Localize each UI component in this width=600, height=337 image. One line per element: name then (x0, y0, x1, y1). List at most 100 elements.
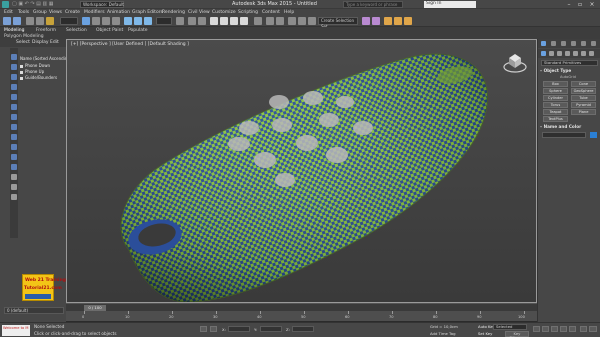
torus-button[interactable]: Torus (543, 102, 568, 108)
select-by-name-icon[interactable] (92, 17, 100, 25)
orbit-icon[interactable] (589, 326, 597, 332)
play-icon[interactable] (551, 326, 558, 332)
filter-containers-icon[interactable] (11, 144, 17, 150)
spinner-snap-icon[interactable] (240, 17, 248, 25)
zoom-extents-icon[interactable] (580, 326, 587, 332)
set-key-button[interactable]: Set Key (478, 331, 492, 336)
graphite-toggle-icon[interactable] (298, 17, 306, 25)
select-object-icon[interactable] (82, 17, 90, 25)
select-manipulate-icon[interactable] (188, 17, 196, 25)
rectangular-selection-icon[interactable] (102, 17, 110, 25)
move-icon[interactable] (124, 17, 132, 25)
viewcube-icon[interactable] (503, 50, 527, 74)
filter-bones-icon[interactable] (11, 134, 17, 140)
bind-space-warp-icon[interactable] (46, 17, 54, 25)
maxscript-listener[interactable]: Welcome to M (2, 325, 30, 336)
autogrid-checkbox[interactable]: AutoGrid (560, 75, 576, 79)
track-bar[interactable]: 0 10 20 30 40 50 60 70 80 90 100 (66, 311, 537, 321)
object-name-field[interactable] (542, 132, 586, 138)
display-none-icon[interactable] (11, 184, 17, 190)
layer-dropdown[interactable]: 0 (default) (4, 307, 64, 314)
key-selection-dropdown[interactable]: Selected (493, 324, 527, 330)
filter-lights-icon[interactable] (11, 74, 17, 80)
unlink-icon[interactable] (36, 17, 44, 25)
selection-set-dropdown[interactable]: Create Selection Set (318, 17, 358, 29)
utilities-tab-icon[interactable] (591, 41, 596, 46)
tree-item-guide-bounders[interactable]: Guide/Bounders (20, 75, 57, 80)
render-production-icon[interactable] (404, 17, 412, 25)
maximize-icon[interactable]: ▫ (576, 1, 584, 8)
filter-hidden-icon[interactable] (11, 164, 17, 170)
filter-groups-icon[interactable] (11, 114, 17, 120)
create-tab-icon[interactable] (541, 41, 546, 46)
sphere-button[interactable]: Sphere (543, 88, 568, 94)
filter-cameras-icon[interactable] (11, 84, 17, 90)
filter-xrefs-icon[interactable] (11, 124, 17, 130)
motion-tab-icon[interactable] (571, 41, 576, 46)
tab-selection[interactable]: Selection (66, 28, 87, 33)
undo-icon[interactable] (3, 17, 11, 25)
geometry-icon[interactable] (541, 51, 546, 56)
tree-item-phone-up[interactable]: Phone Up (20, 69, 44, 74)
object-type-rollout[interactable]: – Object Type (540, 68, 599, 73)
align-icon[interactable] (276, 17, 284, 25)
box-button[interactable]: Box (543, 81, 568, 87)
display-all-icon[interactable] (11, 174, 17, 180)
name-color-rollout[interactable]: – Name and Color (540, 124, 599, 129)
cylinder-button[interactable]: Cylinder (543, 95, 568, 101)
search-input[interactable]: Type a keyword or phrase (343, 1, 403, 8)
filter-helpers-icon[interactable] (11, 94, 17, 100)
material-editor-icon[interactable] (372, 17, 380, 25)
schematic-view-icon[interactable] (362, 17, 370, 25)
rendered-frame-icon[interactable] (394, 17, 402, 25)
pyramid-button[interactable]: Pyramid (571, 102, 596, 108)
go-to-start-icon[interactable] (533, 326, 540, 332)
primitive-type-dropdown[interactable]: Standard Primitives (541, 60, 598, 66)
textplus-button[interactable]: TextPlus (543, 116, 568, 122)
next-frame-icon[interactable] (560, 326, 567, 332)
lights-icon[interactable] (557, 51, 562, 56)
window-crossing-icon[interactable] (112, 17, 120, 25)
mirror-icon[interactable] (266, 17, 274, 25)
previous-frame-icon[interactable] (542, 326, 549, 332)
edit-named-selection-icon[interactable] (254, 17, 262, 25)
filter-shapes-icon[interactable] (11, 64, 17, 70)
object-color-swatch[interactable] (590, 132, 597, 138)
render-setup-icon[interactable] (384, 17, 392, 25)
scale-icon[interactable] (144, 17, 152, 25)
helpers-icon[interactable] (573, 51, 578, 56)
filter-frozen-icon[interactable] (11, 154, 17, 160)
sign-in-button[interactable]: Sign In (424, 1, 476, 8)
minimize-icon[interactable]: – (565, 1, 573, 8)
angle-snap-icon[interactable] (220, 17, 228, 25)
pivot-center-icon[interactable] (176, 17, 184, 25)
systems-icon[interactable] (589, 51, 594, 56)
cameras-icon[interactable] (565, 51, 570, 56)
app-icon[interactable] (2, 1, 9, 8)
geosphere-button[interactable]: GeoSphere (571, 88, 596, 94)
tab-freeform[interactable]: Freeform (36, 28, 56, 33)
display-invert-icon[interactable] (11, 194, 17, 200)
space-warps-icon[interactable] (581, 51, 586, 56)
snap-toggle-icon[interactable] (210, 17, 218, 25)
keyboard-shortcut-icon[interactable] (198, 17, 206, 25)
z-coordinate-field[interactable] (292, 326, 314, 332)
shapes-icon[interactable] (549, 51, 554, 56)
close-icon[interactable]: × (588, 1, 596, 8)
phone-mesh[interactable] (67, 40, 537, 303)
rotate-icon[interactable] (134, 17, 142, 25)
isolate-selection-icon[interactable] (200, 326, 207, 332)
filter-spacewarps-icon[interactable] (11, 104, 17, 110)
selection-filter-dropdown[interactable] (60, 17, 78, 25)
filter-geometry-icon[interactable] (11, 54, 17, 60)
tab-object-paint[interactable]: Object Paint (96, 28, 123, 33)
key-filters-button[interactable]: Key Filters... (505, 331, 529, 337)
tree-header[interactable]: Name (Sorted Ascending) (20, 56, 71, 61)
tab-modeling[interactable]: Modeling (4, 28, 24, 33)
y-coordinate-field[interactable] (260, 326, 282, 332)
redo-icon[interactable] (13, 17, 21, 25)
explorer-menu-select[interactable]: Select (16, 40, 30, 45)
add-time-tag[interactable]: Add Time Tag (430, 331, 455, 336)
percent-snap-icon[interactable] (230, 17, 238, 25)
time-slider[interactable]: 0 / 100 (66, 303, 537, 311)
